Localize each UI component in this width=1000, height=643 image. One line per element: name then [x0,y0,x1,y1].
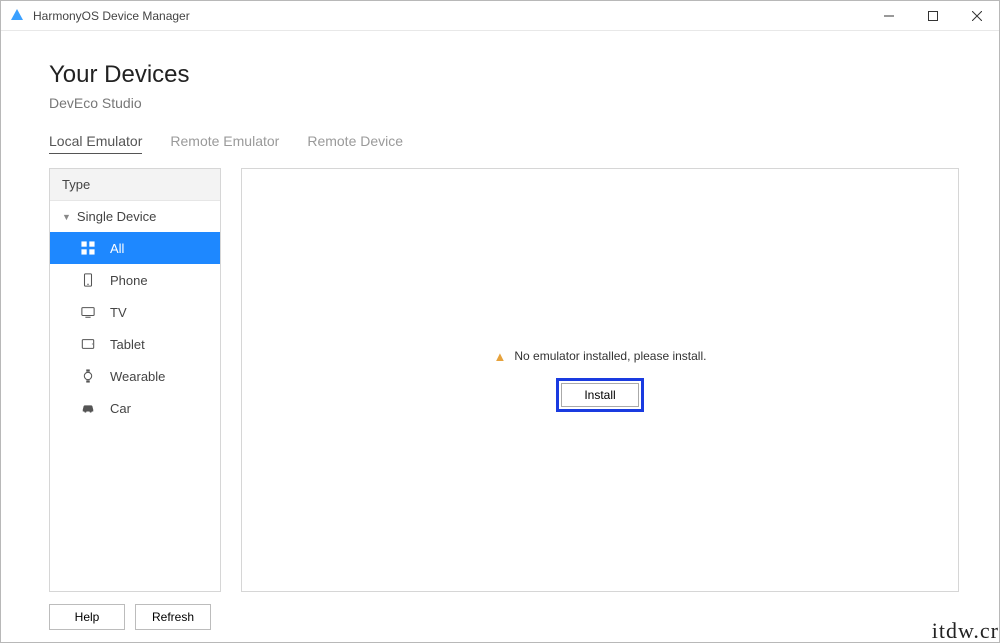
tv-icon [80,304,96,320]
window-title: HarmonyOS Device Manager [33,9,190,23]
sidebar-header: Type [50,169,220,201]
titlebar: HarmonyOS Device Manager [1,1,999,31]
sidebar-item-label: Tablet [110,337,145,352]
sidebar-item-label: Car [110,401,131,416]
sidebar-group-single-device[interactable]: ▼ Single Device [50,201,220,232]
sidebar-item-label: Wearable [110,369,165,384]
app-window: HarmonyOS Device Manager Your Devices De… [0,0,1000,643]
sidebar-item-label: TV [110,305,127,320]
minimize-button[interactable] [867,1,911,31]
sidebar-item-label: All [110,241,124,256]
help-button[interactable]: Help [49,604,125,630]
content-area: Your Devices DevEco Studio Local Emulato… [1,31,999,642]
sidebar-item-phone[interactable]: Phone [50,264,220,296]
body: Type ▼ Single Device All Phone [49,168,959,592]
app-logo-icon [9,8,25,24]
main-panel: ▲ No emulator installed, please install.… [241,168,959,592]
phone-icon [80,272,96,288]
empty-state-row: ▲ No emulator installed, please install. [494,349,707,364]
tab-remote-device[interactable]: Remote Device [307,133,403,154]
sidebar-item-tablet[interactable]: Tablet [50,328,220,360]
refresh-button[interactable]: Refresh [135,604,211,630]
sidebar-item-tv[interactable]: TV [50,296,220,328]
grid-icon [80,240,96,256]
footer: Help Refresh [49,592,959,630]
sidebar-item-wearable[interactable]: Wearable [50,360,220,392]
watch-icon [80,368,96,384]
close-button[interactable] [955,1,999,31]
warning-icon: ▲ [494,349,507,364]
tablet-icon [80,336,96,352]
sidebar-item-all[interactable]: All [50,232,220,264]
chevron-down-icon: ▼ [62,212,71,222]
sidebar-item-car[interactable]: Car [50,392,220,424]
sidebar-item-label: Phone [110,273,148,288]
page-title: Your Devices [49,61,959,89]
tab-remote-emulator[interactable]: Remote Emulator [170,133,279,154]
install-highlight: Install [556,378,643,412]
empty-state-text: No emulator installed, please install. [514,349,706,363]
sidebar: Type ▼ Single Device All Phone [49,168,221,592]
tab-local-emulator[interactable]: Local Emulator [49,133,142,154]
page-subtitle: DevEco Studio [49,95,959,111]
maximize-button[interactable] [911,1,955,31]
sidebar-group-label: Single Device [77,209,157,224]
car-icon [80,400,96,416]
tabs: Local Emulator Remote Emulator Remote De… [49,133,959,154]
install-button[interactable]: Install [561,383,638,407]
